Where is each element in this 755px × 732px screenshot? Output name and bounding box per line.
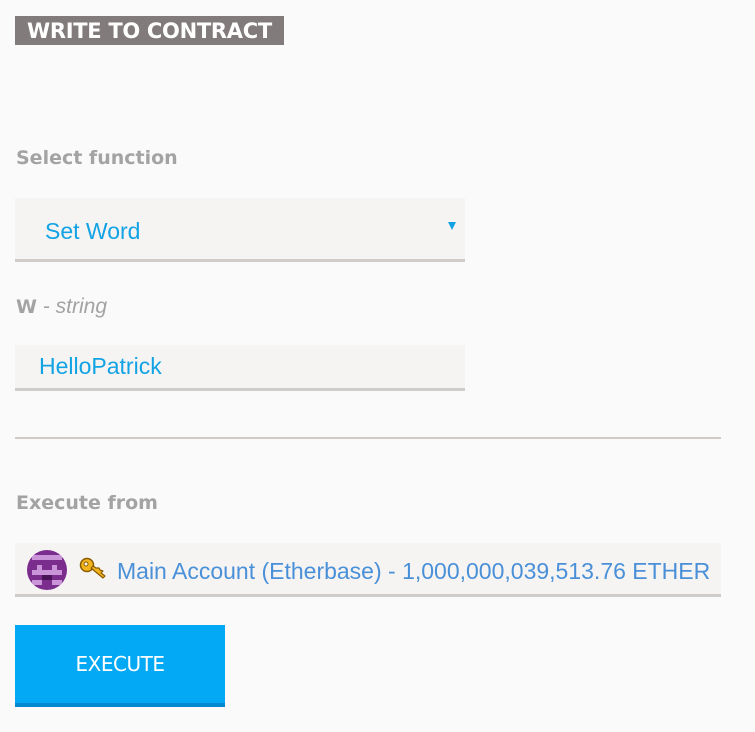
function-select[interactable]: Set Word [15,198,465,262]
parameter-separator: - [36,295,56,318]
parameter-type: string [55,295,107,318]
select-function-label: Select function [16,147,178,169]
identicon-avatar [27,550,67,590]
execute-button[interactable]: EXECUTE [15,625,225,707]
section-title: WRITE TO CONTRACT [15,16,284,45]
divider [15,437,721,439]
caret-down-icon [448,222,456,230]
function-select-value: Set Word [45,218,141,244]
execute-from-label: Execute from [16,492,158,514]
key-icon [79,557,107,581]
account-select[interactable]: Main Account (Etherbase) - 1,000,000,039… [15,543,721,597]
parameter-input[interactable] [15,345,465,391]
parameter-label: W - string [16,295,107,319]
parameter-name: W [16,296,37,318]
account-label: Main Account (Etherbase) - 1,000,000,039… [117,558,711,584]
